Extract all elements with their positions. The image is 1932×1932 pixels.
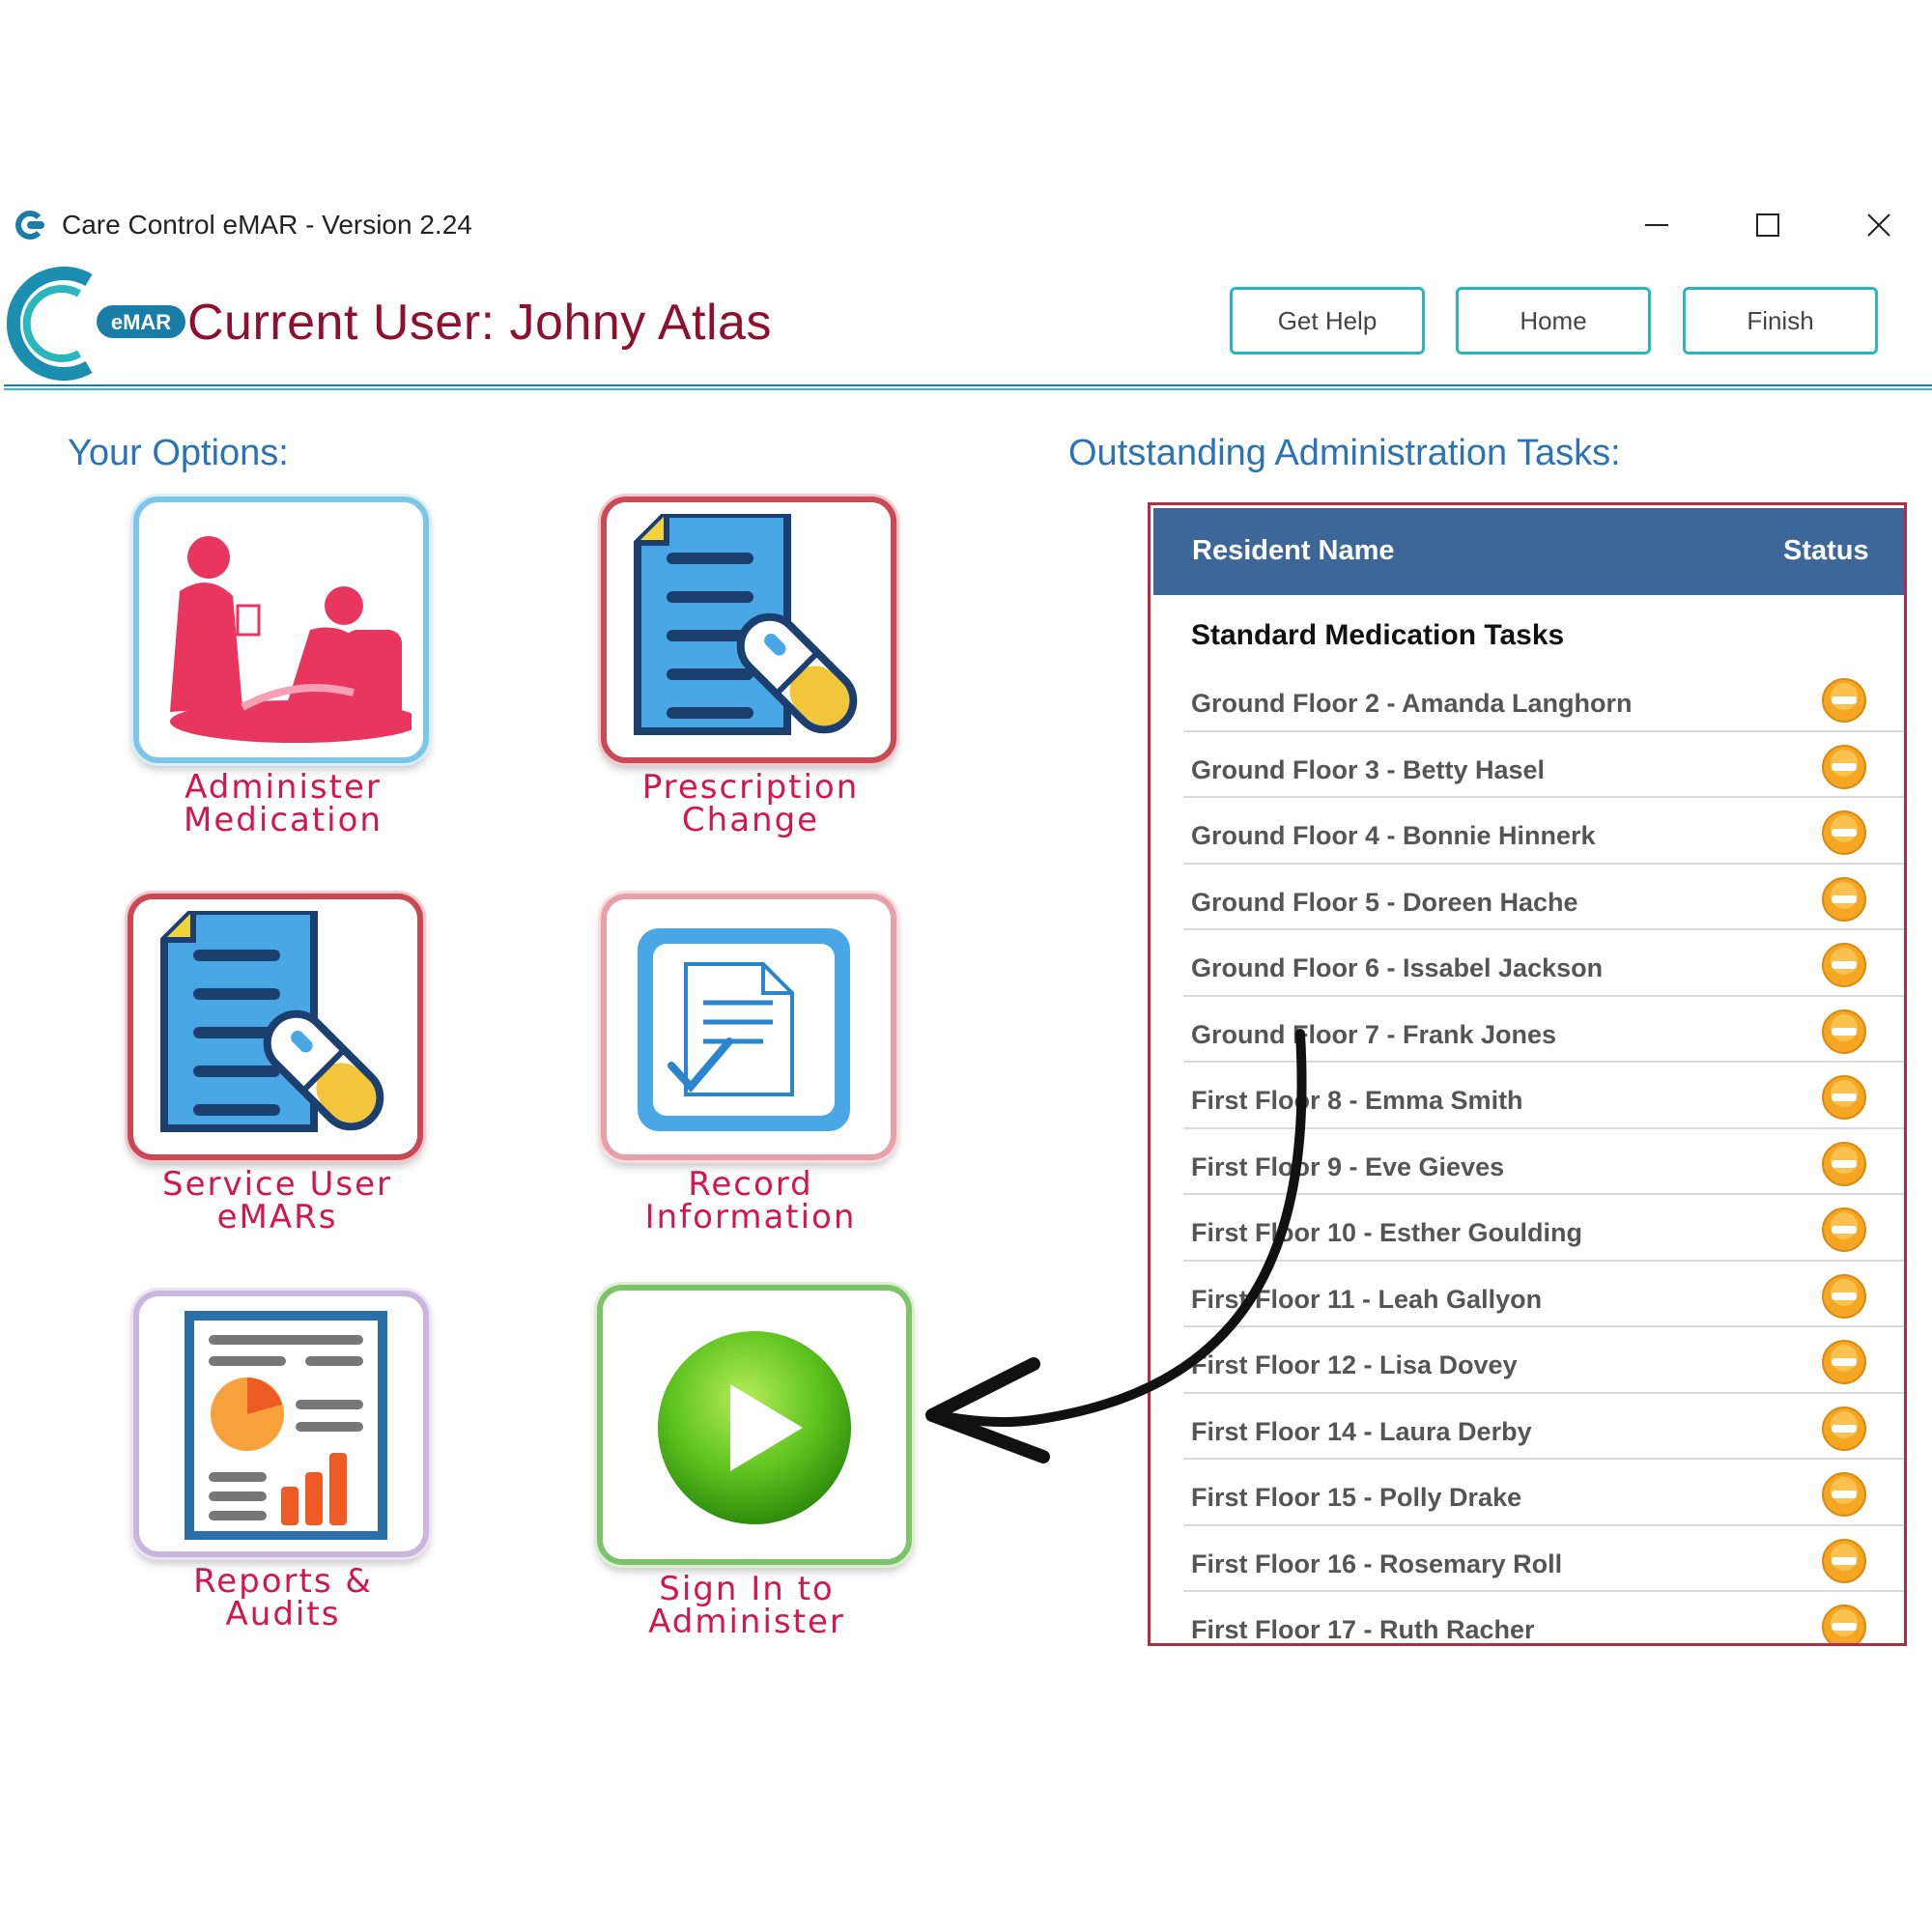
header-divider-accent xyxy=(4,388,1932,390)
app-header: eMAR Current User: Johny Atlas Get Help … xyxy=(0,261,1932,396)
tile-frame xyxy=(601,497,896,763)
resident-name: Ground Floor 2 - Amanda Langhorn xyxy=(1191,689,1633,718)
tile-label: Sign In to Administer xyxy=(648,1570,845,1641)
outstanding-icon xyxy=(1822,678,1866,723)
resident-name: Ground Floor 6 - Issabel Jackson xyxy=(1191,953,1604,982)
maximize-button[interactable] xyxy=(1734,201,1802,249)
close-button[interactable] xyxy=(1845,201,1913,249)
outstanding-icon xyxy=(1822,876,1866,922)
outstanding-icon xyxy=(1822,1009,1866,1054)
get-help-button[interactable]: Get Help xyxy=(1230,287,1425,355)
outstanding-icon xyxy=(1822,1538,1866,1583)
resident-name: Ground Floor 4 - Bonnie Hinnerk xyxy=(1191,821,1596,850)
resident-name: First Floor 11 - Leah Gallyon xyxy=(1191,1284,1543,1314)
administer-medication-tile[interactable]: Administer Medication xyxy=(133,497,433,837)
logo-badge-text: eMAR xyxy=(111,310,171,334)
close-icon xyxy=(1867,213,1890,237)
emar-logo: eMAR xyxy=(7,267,185,381)
maximize-icon xyxy=(1756,213,1779,237)
outstanding-icon xyxy=(1822,744,1866,789)
task-row[interactable]: Ground Floor 6 - Issabel Jackson xyxy=(1183,930,1904,997)
tile-frame xyxy=(128,894,423,1160)
task-row[interactable]: Ground Floor 5 - Doreen Hache xyxy=(1183,865,1904,930)
tile-label: Reports & Audits xyxy=(193,1562,373,1634)
resident-name: First Floor 14 - Laura Derby xyxy=(1191,1416,1532,1446)
task-row[interactable]: First Floor 11 - Leah Gallyon xyxy=(1183,1262,1904,1327)
tile-label: Prescription Change xyxy=(641,768,860,839)
outstanding-icon xyxy=(1822,1605,1866,1643)
tile-frame xyxy=(597,1285,912,1565)
finish-button[interactable]: Finish xyxy=(1683,287,1878,355)
tile-frame xyxy=(133,1291,429,1557)
options-section-title: Your Options: xyxy=(68,433,289,473)
outstanding-icon xyxy=(1822,1075,1866,1120)
column-header-status: Status xyxy=(1783,535,1869,566)
task-row[interactable]: Ground Floor 3 - Betty Hasel xyxy=(1183,732,1904,798)
outstanding-icon xyxy=(1822,1472,1866,1517)
current-user-label: Current User: Johny Atlas xyxy=(187,295,772,351)
task-row[interactable]: Ground Floor 2 - Amanda Langhorn xyxy=(1183,666,1904,732)
outstanding-icon xyxy=(1822,810,1866,855)
outstanding-icon xyxy=(1822,1208,1866,1252)
nurse-patient-icon xyxy=(170,536,412,743)
document-check-icon xyxy=(638,928,850,1131)
task-list: Ground Floor 2 - Amanda Langhorn Ground F… xyxy=(1151,666,1904,1644)
outstanding-icon xyxy=(1822,1406,1866,1451)
outstanding-icon xyxy=(1822,1340,1866,1384)
task-row[interactable]: First Floor 14 - Laura Derby xyxy=(1183,1394,1904,1460)
tasks-table-header: Resident Name Status xyxy=(1153,508,1904,595)
care-control-logo-icon xyxy=(15,211,44,240)
reports-audits-tile[interactable]: Reports & Audits xyxy=(133,1291,433,1631)
outstanding-tasks-panel: Resident Name Status Standard Medication… xyxy=(1148,502,1907,1646)
resident-name: Ground Floor 5 - Doreen Hache xyxy=(1191,887,1578,917)
task-group-title: Standard Medication Tasks xyxy=(1191,619,1565,651)
column-header-resident-name: Resident Name xyxy=(1192,535,1395,566)
outstanding-icon xyxy=(1822,943,1866,987)
record-information-tile[interactable]: Record Information xyxy=(601,894,900,1234)
task-row[interactable]: First Floor 16 - Rosemary Roll xyxy=(1183,1526,1904,1592)
resident-name: First Floor 15 - Polly Drake xyxy=(1191,1483,1522,1512)
window-title: Care Control eMAR - Version 2.24 xyxy=(62,210,472,240)
task-row[interactable]: First Floor 10 - Esther Goulding xyxy=(1183,1195,1904,1262)
document-pill-icon xyxy=(160,911,384,1132)
home-button[interactable]: Home xyxy=(1456,287,1651,355)
report-chart-icon xyxy=(185,1311,387,1540)
task-row[interactable]: First Floor 9 - Eve Gieves xyxy=(1183,1129,1904,1195)
resident-name: Ground Floor 3 - Betty Hasel xyxy=(1191,754,1546,784)
task-row[interactable]: Ground Floor 7 - Frank Jones xyxy=(1183,997,1904,1063)
resident-name: First Floor 16 - Rosemary Roll xyxy=(1191,1548,1563,1578)
tile-label: Service User eMARs xyxy=(162,1165,392,1236)
tile-label: Administer Medication xyxy=(184,768,383,839)
task-row[interactable]: Ground Floor 4 - Bonnie Hinnerk xyxy=(1183,798,1904,865)
minimize-icon xyxy=(1645,224,1668,226)
tile-frame xyxy=(601,894,896,1160)
play-icon xyxy=(658,1331,851,1524)
header-divider xyxy=(4,384,1932,386)
sign-in-to-administer-tile[interactable]: Sign In to Administer xyxy=(597,1285,912,1641)
outstanding-icon xyxy=(1822,1141,1866,1186)
resident-name: First Floor 9 - Eve Gieves xyxy=(1191,1151,1505,1181)
minimize-button[interactable] xyxy=(1623,201,1690,249)
resident-name: First Floor 8 - Emma Smith xyxy=(1191,1086,1523,1115)
prescription-change-tile[interactable]: Prescription Change xyxy=(601,497,900,837)
service-user-emars-tile[interactable]: Service User eMARs xyxy=(128,894,427,1234)
window-title-bar: Care Control eMAR - Version 2.24 xyxy=(0,201,1932,249)
tile-frame xyxy=(133,497,429,763)
task-row[interactable]: First Floor 15 - Polly Drake xyxy=(1183,1460,1904,1526)
tasks-section-title: Outstanding Administration Tasks: xyxy=(1068,433,1621,473)
outstanding-icon xyxy=(1822,1273,1866,1319)
resident-name: Ground Floor 7 - Frank Jones xyxy=(1191,1019,1557,1049)
task-row[interactable]: First Floor 8 - Emma Smith xyxy=(1183,1063,1904,1129)
task-row[interactable]: First Floor 12 - Lisa Dovey xyxy=(1183,1327,1904,1394)
resident-name: First Floor 10 - Esther Goulding xyxy=(1191,1218,1583,1247)
task-row[interactable]: First Floor 17 - Ruth Racher xyxy=(1183,1592,1904,1644)
resident-name: First Floor 17 - Ruth Racher xyxy=(1191,1615,1535,1644)
document-pill-icon xyxy=(634,514,858,735)
resident-name: First Floor 12 - Lisa Dovey xyxy=(1191,1350,1518,1379)
tile-label: Record Information xyxy=(644,1165,857,1236)
